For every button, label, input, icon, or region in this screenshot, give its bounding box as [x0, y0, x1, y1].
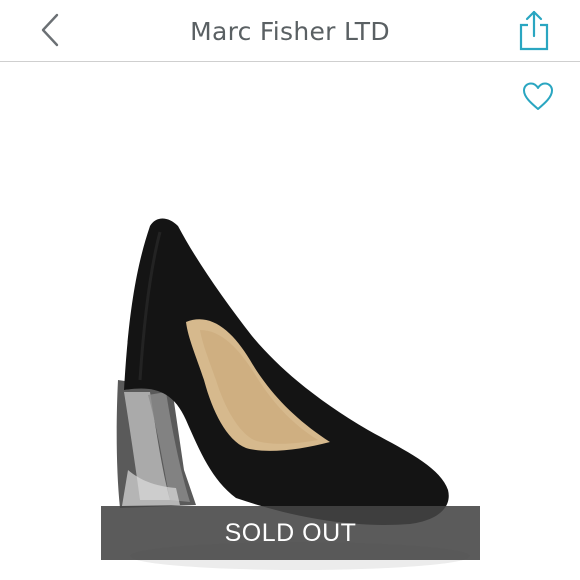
- chevron-left-icon: [41, 13, 59, 47]
- heart-outline-icon: [523, 82, 553, 110]
- page-title: Marc Fisher LTD: [190, 16, 390, 46]
- like-button[interactable]: [518, 78, 558, 114]
- top-navigation-bar: Marc Fisher LTD: [0, 0, 580, 62]
- share-button[interactable]: [514, 6, 554, 54]
- share-icon: [519, 10, 549, 51]
- back-button[interactable]: [30, 8, 70, 52]
- product-photo[interactable]: [0, 63, 580, 580]
- app-screen: Marc Fisher LTD SOLD OUT: [0, 0, 580, 580]
- sold-out-banner: SOLD OUT: [101, 506, 480, 560]
